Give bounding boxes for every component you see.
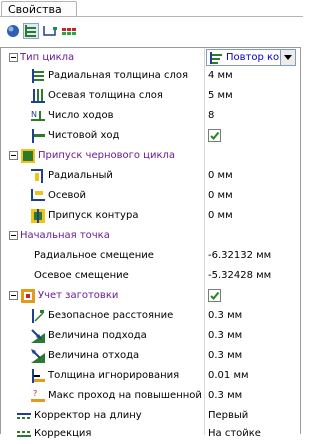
row-contour-allowance[interactable]: Припуск контура 0 мм [1, 206, 302, 226]
row-value[interactable]: -5.32428 мм [208, 269, 271, 283]
row-label: Безопасное расстояние [48, 310, 174, 321]
max-pass-icon: ? [31, 389, 45, 402]
safe-distance-icon [32, 309, 44, 323]
row-label: Толщина игнорирования [48, 370, 180, 381]
collapse-icon[interactable] [9, 291, 18, 300]
chevron-down-icon[interactable] [280, 50, 295, 65]
row-approach[interactable]: Величина подхода 0.3 мм [1, 326, 302, 346]
axial-layer-icon [31, 89, 45, 103]
approach-icon [31, 329, 45, 343]
finish-pass-icon [32, 129, 45, 143]
row-rough-allowance[interactable]: Припуск чернового цикла [1, 146, 302, 166]
row-stock[interactable]: Учет заготовки [1, 286, 302, 306]
row-radial-layer[interactable]: Радиальная толщина слоя 4 мм [1, 66, 302, 86]
finish-checkbox[interactable] [208, 129, 221, 142]
row-label: Начальная точка [20, 230, 110, 241]
row-radial-offset[interactable]: Радиальное смещение -6.32132 мм [1, 246, 302, 266]
row-ignore-thickness[interactable]: Толщина игнорирования 0.01 мм [1, 366, 302, 386]
row-value[interactable]: 0 мм [208, 169, 233, 183]
row-max-pass[interactable]: ? Макс проход на повышенной 0.3 мм [1, 386, 302, 406]
row-axial-layer[interactable]: Осевая толщина слоя 5 мм [1, 86, 302, 106]
row-value[interactable]: 0.3 мм [208, 349, 242, 363]
row-value[interactable]: 0 мм [208, 189, 233, 203]
row-label: Радиальная толщина слоя [48, 70, 188, 81]
row-label: Учет заготовки [38, 290, 119, 301]
row-label: Число ходов [48, 110, 114, 121]
row-label: Радиальное смещение [34, 250, 154, 261]
row-label: Осевая толщина слоя [48, 90, 163, 101]
passes-icon: N [31, 110, 45, 121]
row-retract[interactable]: Величина отхода 0.3 мм [1, 346, 302, 366]
row-label: Припуск чернового цикла [38, 150, 176, 161]
cycle-type-value: Повтор ко [226, 52, 280, 63]
tree-icon[interactable] [23, 23, 39, 39]
globe-icon[interactable] [5, 23, 21, 39]
collapse-icon[interactable] [9, 231, 18, 240]
row-radial[interactable]: Радиальный 0 мм [1, 166, 302, 186]
row-value[interactable]: -6.32132 мм [208, 249, 271, 263]
row-value[interactable]: 0 мм [208, 209, 233, 223]
row-value[interactable]: 0.01 мм [208, 369, 249, 383]
row-value[interactable]: 0.3 мм [208, 389, 242, 403]
row-axial[interactable]: Осевой 0 мм [1, 186, 302, 206]
row-label: Макс проход на повышенной [48, 390, 202, 401]
ignore-thickness-icon [32, 369, 45, 383]
row-finish[interactable]: Чистовой ход [1, 126, 302, 146]
svg-text:?: ? [33, 389, 37, 398]
tab-strip: Свойства [0, 0, 303, 17]
svg-text:N: N [31, 110, 37, 119]
check-icon [210, 131, 220, 140]
row-label: Осевой [48, 190, 87, 201]
row-length-corrector[interactable]: Корректор на длину Первый [1, 406, 302, 426]
row-passes[interactable]: N Число ходов 8 [1, 106, 302, 126]
row-label: Тип цикла [20, 52, 75, 63]
row-value[interactable]: 4 мм [208, 69, 233, 83]
tab-properties[interactable]: Свойства [1, 1, 77, 17]
row-safe-distance[interactable]: Безопасное расстояние 0.3 мм [1, 306, 302, 326]
row-value[interactable]: 5 мм [208, 89, 233, 103]
row-cycle-type[interactable]: Тип цикла Повтор ко [1, 48, 302, 68]
row-value[interactable]: 0.3 мм [208, 309, 242, 323]
check-icon [210, 291, 220, 300]
retract-icon [31, 349, 45, 363]
row-correction[interactable]: Коррекция На стойке [1, 424, 302, 444]
collapse-icon[interactable] [9, 151, 18, 160]
row-label: Припуск контура [48, 210, 139, 221]
row-label: Величина отхода [48, 350, 140, 361]
row-label: Корректор на длину [34, 410, 142, 421]
row-value[interactable]: 8 [208, 109, 214, 123]
path-icon[interactable] [42, 23, 58, 39]
contour-allowance-icon [31, 209, 45, 223]
collapse-icon[interactable] [9, 53, 18, 62]
axial-allowance-icon [31, 189, 45, 201]
stock-checkbox[interactable] [208, 289, 221, 302]
cycle-icon [210, 52, 222, 64]
row-label: Чистовой ход [48, 130, 120, 141]
properties-toolbar [0, 17, 303, 47]
cycle-type-select[interactable]: Повтор ко [206, 49, 296, 66]
property-grid: Тип цикла Повтор ко Радиальная толщина с… [0, 47, 302, 439]
row-label: Величина подхода [48, 330, 147, 341]
allowance-icon [21, 149, 35, 163]
row-value[interactable]: На стойке [208, 427, 261, 441]
colors-icon[interactable] [61, 23, 77, 39]
row-value[interactable]: 0.3 мм [208, 329, 242, 343]
length-corrector-icon [17, 413, 31, 419]
row-axial-offset[interactable]: Осевое смещение -5.32428 мм [1, 266, 302, 286]
row-label: Радиальный [48, 170, 113, 181]
radial-layer-icon [32, 69, 44, 83]
row-value[interactable]: Первый [208, 409, 248, 423]
row-label: Коррекция [34, 428, 92, 439]
correction-icon [17, 431, 31, 437]
row-start-point[interactable]: Начальная точка [1, 226, 302, 246]
radial-allowance-icon [31, 169, 43, 183]
row-label: Осевое смещение [34, 270, 129, 281]
stock-icon [21, 289, 35, 303]
